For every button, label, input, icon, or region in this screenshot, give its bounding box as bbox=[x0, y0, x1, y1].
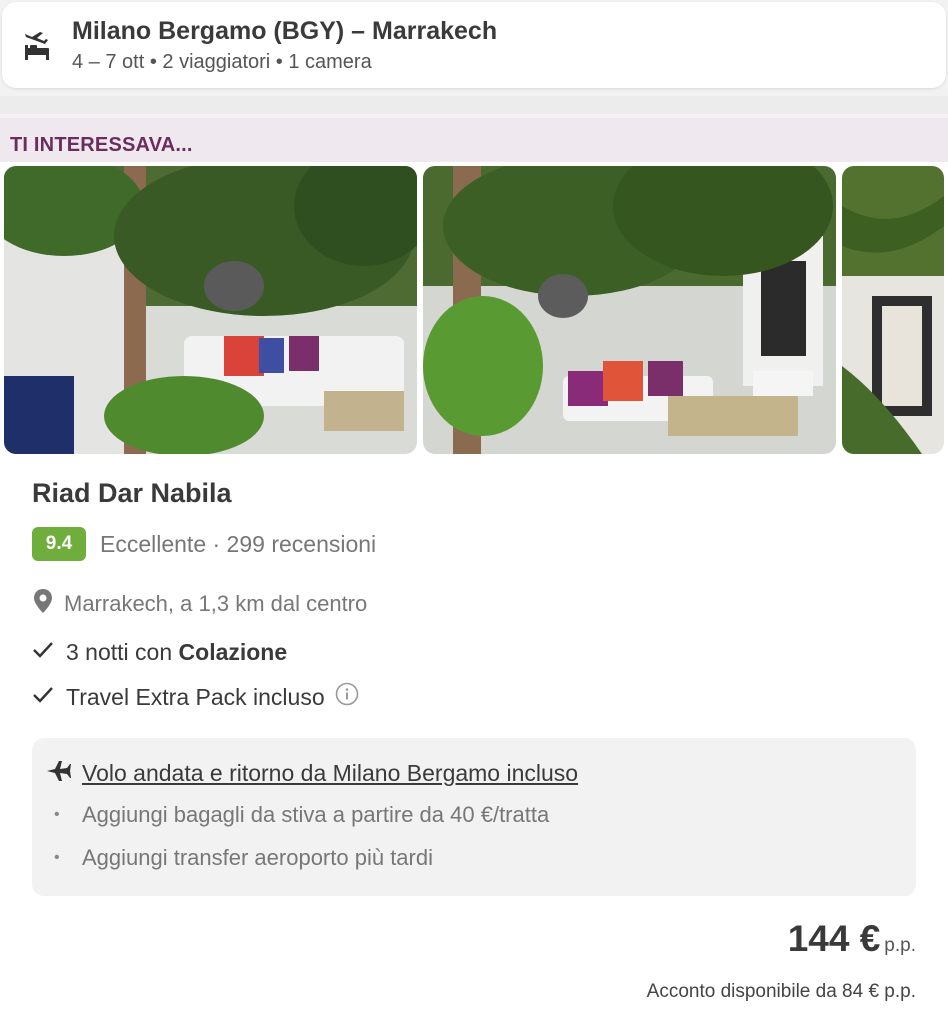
search-details: 4 – 7 ott • 2 viaggiatori • 1 camera bbox=[72, 50, 372, 73]
rating-text: Eccellente · 299 recensioni bbox=[100, 530, 377, 557]
flight-hotel-icon bbox=[2, 28, 72, 62]
section-header: TI INTERESSAVA... bbox=[0, 118, 948, 162]
photo-carousel[interactable] bbox=[0, 166, 948, 454]
check-icon bbox=[32, 684, 54, 711]
feature-extra-pack: Travel Extra Pack incluso bbox=[32, 682, 359, 712]
hotel-photo-2[interactable] bbox=[423, 166, 836, 454]
price-unit: p.p. bbox=[884, 935, 916, 956]
airplane-icon bbox=[46, 760, 72, 787]
price-row: 144 € p.p. bbox=[788, 918, 916, 960]
feature-extra-pack-text: Travel Extra Pack incluso bbox=[66, 683, 325, 710]
flight-bullet-transfer: • Aggiungi transfer aeroporto più tardi bbox=[54, 845, 433, 871]
flight-info-box: Volo andata e ritorno da Milano Bergamo … bbox=[32, 738, 916, 896]
deposit-text: Acconto disponibile da 84 € p.p. bbox=[646, 981, 916, 1002]
divider-band bbox=[0, 96, 948, 114]
bullet-dot: • bbox=[54, 806, 60, 823]
info-icon[interactable] bbox=[335, 682, 359, 712]
bullet-text: Aggiungi bagagli da stiva a partire da 4… bbox=[82, 802, 550, 827]
flight-title-row[interactable]: Volo andata e ritorno da Milano Bergamo … bbox=[46, 760, 578, 787]
feature-meals-bold: Colazione bbox=[178, 639, 288, 665]
rating-row: 9.4 Eccellente · 299 recensioni bbox=[32, 527, 376, 561]
price-amount: 144 € bbox=[787, 918, 881, 959]
location-row: Marrakech, a 1,3 km dal centro bbox=[32, 588, 367, 619]
search-route-title: Milano Bergamo (BGY) – Marrakech bbox=[72, 16, 498, 45]
score-badge: 9.4 bbox=[32, 527, 86, 561]
check-icon bbox=[32, 639, 54, 666]
map-pin-icon bbox=[32, 588, 54, 619]
search-summary-card[interactable]: Milano Bergamo (BGY) – Marrakech 4 – 7 o… bbox=[2, 2, 946, 88]
location-text: Marrakech, a 1,3 km dal centro bbox=[64, 590, 368, 616]
bullet-text: Aggiungi transfer aeroporto più tardi bbox=[82, 845, 433, 870]
flight-bullet-baggage: • Aggiungi bagagli da stiva a partire da… bbox=[54, 802, 549, 828]
feature-meals-prefix: 3 notti con bbox=[66, 639, 179, 665]
feature-meals: 3 notti con Colazione bbox=[32, 639, 287, 666]
hotel-photo-1[interactable] bbox=[4, 166, 417, 454]
hotel-offer-card[interactable]: TI INTERESSAVA... Riad Dar Nabila 9.4 Ec… bbox=[0, 118, 948, 1020]
hotel-name[interactable]: Riad Dar Nabila bbox=[32, 478, 232, 509]
hotel-photo-3[interactable] bbox=[842, 166, 944, 454]
bullet-dot: • bbox=[54, 849, 60, 866]
flight-included-link[interactable]: Volo andata e ritorno da Milano Bergamo … bbox=[82, 760, 578, 787]
